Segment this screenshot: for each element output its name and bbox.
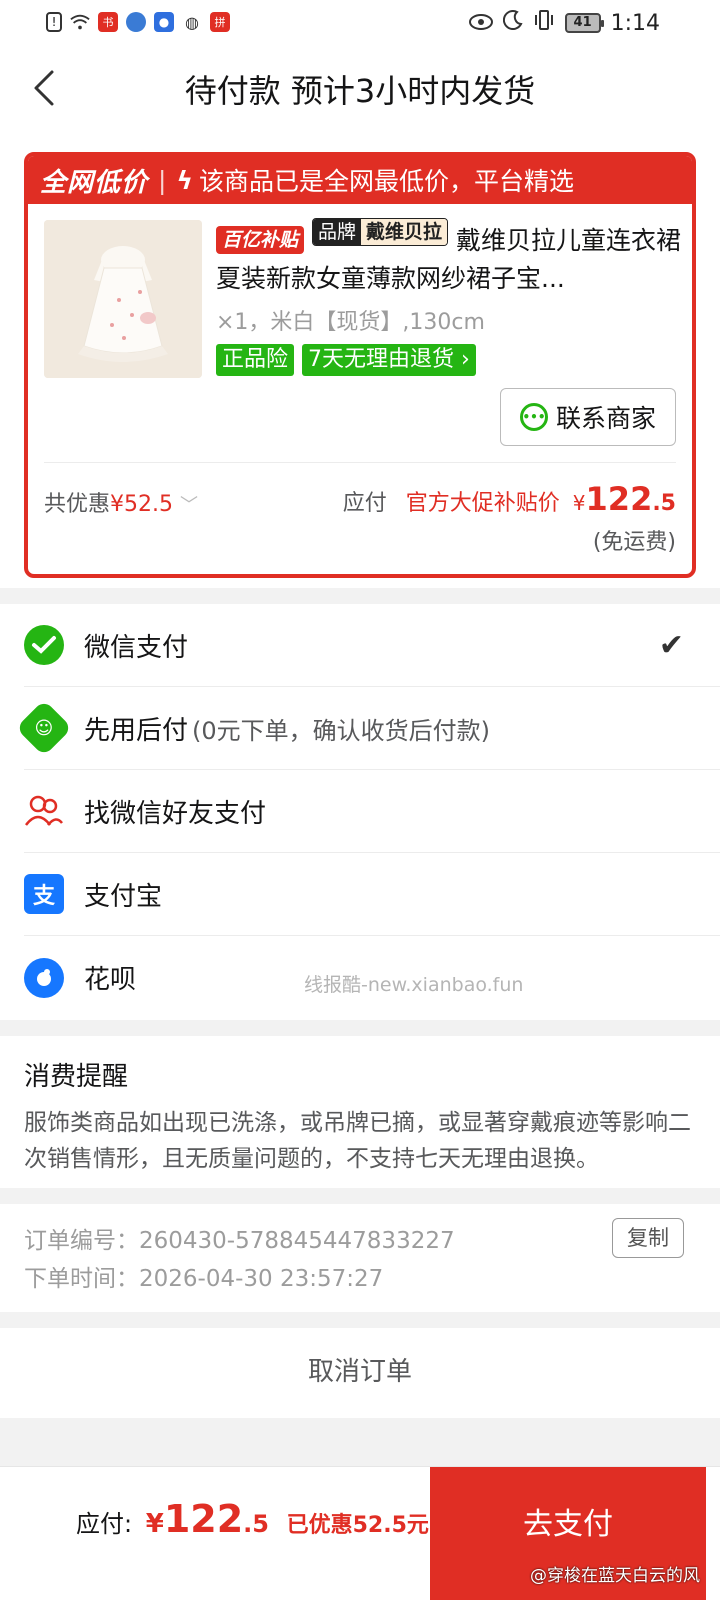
battery-icon: 41 [564,13,604,33]
card-divider [44,462,676,463]
cancel-order-button[interactable]: 取消订单 [0,1328,720,1418]
method-label: 微信支付 [84,632,189,663]
method-alipay[interactable]: 支 支付宝 [24,853,720,936]
price-decimal: .5 [652,491,676,516]
order-info: 订单编号：260430-578845447833227 下单时间：2026-04… [0,1204,720,1312]
product-thumbnail[interactable] [44,220,202,378]
browser-app-icon [126,12,146,32]
order-time-label: 下单时间： [24,1266,139,1292]
wifi-icon [70,12,90,32]
payable-amount: 应付 官方大促补贴价 ¥122.5 [343,480,676,518]
brand-tag-value: 戴维贝拉 [360,219,447,245]
order-time: 2026-04-30 23:57:27 [139,1266,384,1292]
banner-text: 该商品已是全网最低价，平台精选 [198,167,574,196]
friend-pay-icon [24,791,64,831]
bottom-pay-label: 应付: [76,1510,133,1538]
discount-value: ¥52.5 [110,492,173,517]
method-label: 支付宝 [84,881,163,912]
banner-divider: | [158,165,167,195]
clock: 1:14 [610,10,660,36]
service-badges: 正品险 7天无理由退货 › [216,344,686,376]
nav-bar: 待付款 预计3小时内发货 [0,46,720,132]
bottom-pay-bar: 应付: ¥122.5 已优惠52.5元 去支付 @穿梭在蓝天白云的风 [0,1466,720,1600]
bottom-total: 应付: ¥122.5 已优惠52.5元 [76,1497,429,1541]
bottom-price-integer: 122 [163,1497,244,1541]
eye-icon [468,11,493,36]
checkmark-icon: ✔ [658,627,684,663]
price-integer: 122 [585,480,653,518]
product-info[interactable]: 百亿补贴 品牌 戴维贝拉 戴维贝拉儿童连衣裙夏装新款女童薄款网纱裙子宝... ×1… [216,218,686,376]
payable-label: 应付 [342,491,387,516]
seven-day-return-label: 7天无理由退货 [308,347,455,372]
chat-icon: ••• [519,403,548,431]
pdd-app-icon: 拼 [210,12,230,32]
discount-summary[interactable]: 共优惠¥52.5 ﹀ [44,486,198,518]
order-card: 全网低价 | ϟ 该商品已是全网最低价，平台精选 百亿补贴 品牌 戴维贝拉 戴维… [24,152,696,578]
seven-day-return-badge[interactable]: 7天无理由退货 › [302,344,476,376]
lowest-price-banner: 全网低价 | ϟ 该商品已是全网最低价，平台精选 [28,156,692,204]
huabei-icon [24,957,64,998]
order-number: 260430-578845447833227 [139,1228,455,1254]
status-icons-left: ! 书 ● ◍ 拼 [46,12,230,32]
status-icons-right: 41 1:14 [468,10,660,36]
method-wechat-pay[interactable]: 微信支付 ✔ [24,604,720,687]
chevron-right-icon: › [454,347,470,372]
bottom-saved: 已优惠52.5元 [286,1513,429,1538]
alipay-icon: 支 [24,874,64,914]
chevron-down-icon: ﹀ [180,495,198,516]
method-label: 花呗 [84,965,137,995]
reader-app-icon: 书 [98,12,118,32]
promo-price-label: 官方大促补贴价 [405,491,560,516]
order-card-section: 全网低价 | ϟ 该商品已是全网最低价，平台精选 百亿补贴 品牌 戴维贝拉 戴维… [0,132,720,588]
currency-symbol: ¥ [572,491,586,515]
brand-tag: 品牌 戴维贝拉 [311,218,448,246]
order-number-row: 订单编号：260430-578845447833227 [24,1222,696,1260]
wechat-pay-icon [24,625,64,665]
notice-body: 服饰类商品如出现已洗涤，或吊牌已摘，或显著穿戴痕迹等影响二次销售情形，且无质量问… [24,1110,691,1172]
bottom-currency: ¥ [145,1509,164,1539]
contact-merchant-button[interactable]: ••• 联系商家 [500,388,676,446]
method-label: 找微信好友支付 [84,798,267,829]
bottom-price-decimal: .5 [243,1510,269,1538]
notice-title: 消费提醒 [24,1062,129,1092]
genuine-insurance-badge[interactable]: 正品险 [216,344,295,376]
weibo-credit: @穿梭在蓝天白云的风 [530,1566,700,1586]
payment-methods: 微信支付 ✔ ☺ 先用后付 (0元下单，确认收货后付款) 找微信好友支付 支 支… [0,604,720,1020]
page-title: 待付款 预计3小时内发货 [184,72,536,110]
subsidy-tag: 百亿补贴 [216,226,305,254]
order-time-row: 下单时间：2026-04-30 23:57:27 [24,1260,696,1298]
lightning-icon: ϟ [176,165,193,195]
brand-tag-key: 品牌 [312,219,361,245]
vibrate-icon [533,10,555,36]
method-label: 先用后付 [84,715,189,746]
contact-merchant-label: 联系商家 [555,404,656,433]
bulb-app-icon: ● [154,12,174,32]
order-number-label: 订单编号： [24,1228,139,1254]
shipping-note: (免运费) [592,530,676,555]
watermark-text: 线报酷-new.xianbao.fun [304,974,524,996]
alert-icon: ! [46,12,62,32]
pay-later-icon: ☺ [15,699,73,757]
status-bar: ! 书 ● ◍ 拼 41 1:14 [0,0,720,46]
product-title-block: 百亿补贴 品牌 戴维贝拉 戴维贝拉儿童连衣裙夏装新款女童薄款网纱裙子宝... [216,218,686,296]
product-spec: ×1，米白【现货】,130cm [216,310,485,335]
method-friend-pay[interactable]: 找微信好友支付 [24,770,720,853]
lowest-price-tag: 全网低价 [40,167,149,198]
method-pay-later[interactable]: ☺ 先用后付 (0元下单，确认收货后付款) [15,687,720,770]
discount-label: 共优惠 [44,492,111,517]
wechat-notification-icon: ◍ [185,12,199,32]
consumption-notice: 消费提醒 服饰类商品如出现已洗涤，或吊牌已摘，或显著穿戴痕迹等影响二次销售情形，… [0,1036,720,1188]
method-sublabel: (0元下单，确认收货后付款) [192,716,491,745]
moon-icon [502,10,523,36]
copy-button[interactable]: 复制 [612,1218,684,1258]
